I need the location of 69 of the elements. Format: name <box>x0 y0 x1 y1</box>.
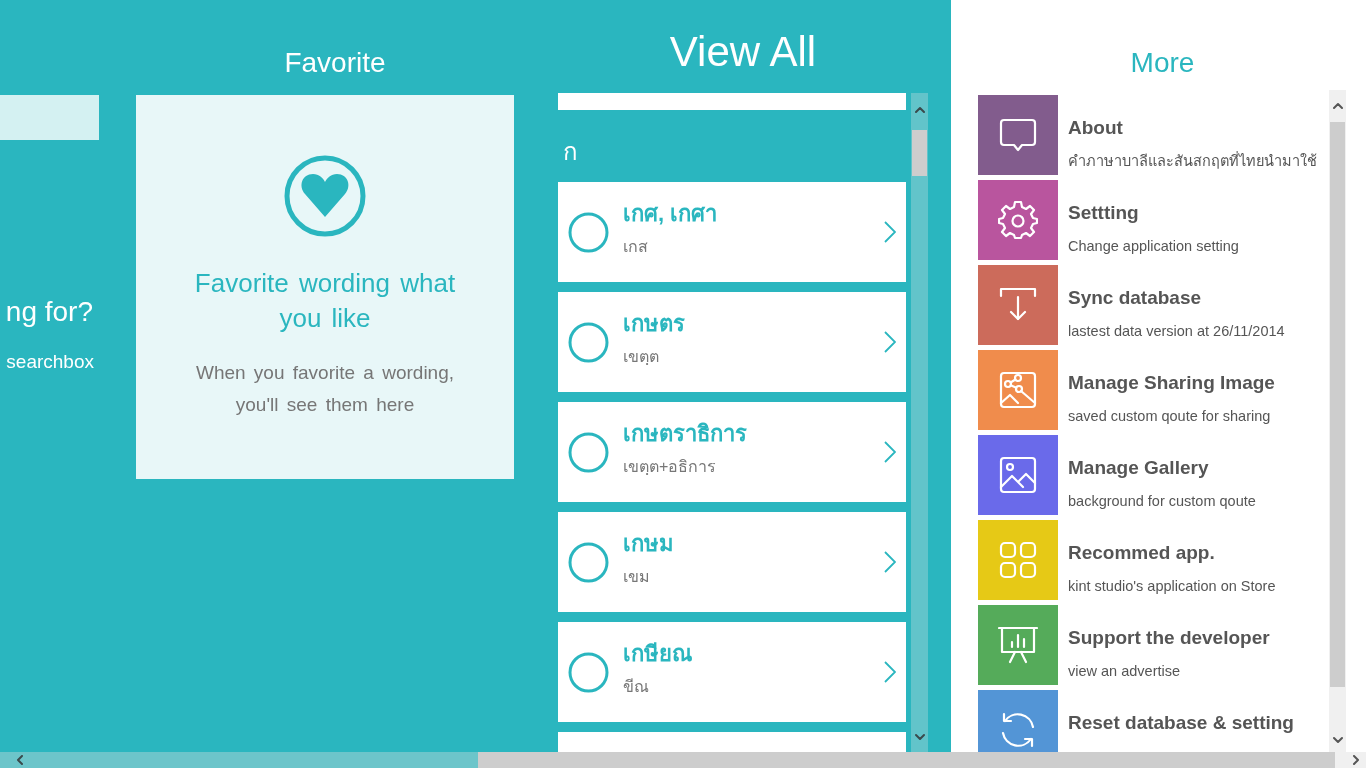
circle-icon <box>568 651 609 693</box>
search-field[interactable] <box>0 95 99 140</box>
chevron-up-icon[interactable] <box>1332 102 1343 110</box>
chevron-left-icon[interactable] <box>16 755 24 765</box>
chevron-right-icon[interactable] <box>1352 755 1360 765</box>
word-card[interactable]: เกษม เขม <box>558 512 906 612</box>
chevron-right-icon <box>884 661 896 683</box>
share-image-icon[interactable] <box>978 350 1058 430</box>
menu-item-title: Support the developer <box>1068 626 1270 650</box>
menu-item-subtitle: view an advertise <box>1068 662 1181 681</box>
vertical-scrollbar[interactable] <box>911 93 928 752</box>
word-title: เกษม <box>623 530 674 558</box>
menu-item-subtitle: lastest data version at 26/11/2014 <box>1068 322 1285 341</box>
word-card[interactable]: เกศ, เกศา เกส <box>558 182 906 282</box>
word-title: เกษตราธิการ <box>623 420 747 448</box>
section-title: More <box>1130 46 1195 80</box>
chevron-right-icon <box>884 331 896 353</box>
scrollbar-thumb[interactable] <box>478 752 1335 768</box>
empty-state-text: When you favorite a wording, you'll see them here <box>194 361 456 417</box>
word-title: เกษียณ <box>623 640 692 668</box>
word-origin: เขม <box>623 567 650 587</box>
circle-icon <box>568 211 609 253</box>
vertical-scrollbar[interactable] <box>1329 90 1346 752</box>
word-card[interactable]: เกษียณ ขีณ <box>558 622 906 722</box>
section-title: Favorite <box>284 46 386 80</box>
menu-item-subtitle: คำภาษาบาลีและสันสกฤตที่ไทยนำมาใช้ <box>1068 151 1317 171</box>
scrollbar-thumb[interactable] <box>912 130 927 176</box>
speech-bubble-icon[interactable] <box>978 95 1058 175</box>
chevron-up-icon[interactable] <box>914 106 925 114</box>
menu-item-title: Settting <box>1068 201 1139 225</box>
presentation-chart-icon[interactable] <box>978 605 1058 685</box>
word-title: เกษตร <box>623 310 685 338</box>
menu-item-title: Recommed app. <box>1068 541 1215 565</box>
word-origin: เกส <box>623 237 648 257</box>
image-icon[interactable] <box>978 435 1058 515</box>
word-card[interactable]: เกษตร เขตฺต <box>558 292 906 392</box>
menu-item-title: Manage Sharing Image <box>1068 371 1275 395</box>
circle-icon <box>568 321 609 363</box>
chevron-right-icon <box>884 221 896 243</box>
menu-item-subtitle: background for custom qoute <box>1068 492 1256 511</box>
chevron-down-icon[interactable] <box>1332 736 1343 744</box>
section-title: View All <box>669 27 817 77</box>
download-icon[interactable] <box>978 265 1058 345</box>
gear-icon[interactable] <box>978 180 1058 260</box>
grid-icon[interactable] <box>978 520 1058 600</box>
word-origin: เขตฺต+อธิการ <box>623 457 717 477</box>
chevron-right-icon <box>884 441 896 463</box>
menu-item-subtitle: Change application setting <box>1068 237 1239 256</box>
empty-state-heading: Favorite wording what you like <box>193 267 457 335</box>
menu-item-subtitle: saved custom qoute for sharing <box>1068 407 1271 426</box>
menu-item-title: Sync database <box>1068 286 1202 310</box>
word-origin: เขตฺต <box>623 347 659 367</box>
chevron-down-icon[interactable] <box>914 733 925 741</box>
menu-item-title: Reset database & setting <box>1068 711 1294 735</box>
word-origin: ขีณ <box>623 677 649 697</box>
circle-icon <box>568 431 609 473</box>
menu-item-subtitle: kint studio's application on Store <box>1068 577 1276 596</box>
chevron-right-icon <box>884 551 896 573</box>
horizontal-scrollbar[interactable] <box>0 752 1366 768</box>
scrollbar-thumb[interactable] <box>1330 122 1345 687</box>
menu-item-title: Manage Gallery <box>1068 456 1209 480</box>
menu-item-title: About <box>1068 116 1123 140</box>
search-heading: ng for? <box>5 295 93 329</box>
word-title: เกศ, เกศา <box>623 200 718 228</box>
search-hint: searchbox <box>6 350 94 374</box>
circle-icon <box>568 541 609 583</box>
word-card[interactable]: เกษตราธิการ เขตฺต+อธิการ <box>558 402 906 502</box>
refresh-icon[interactable] <box>978 690 1058 752</box>
group-letter: ก <box>563 138 578 166</box>
